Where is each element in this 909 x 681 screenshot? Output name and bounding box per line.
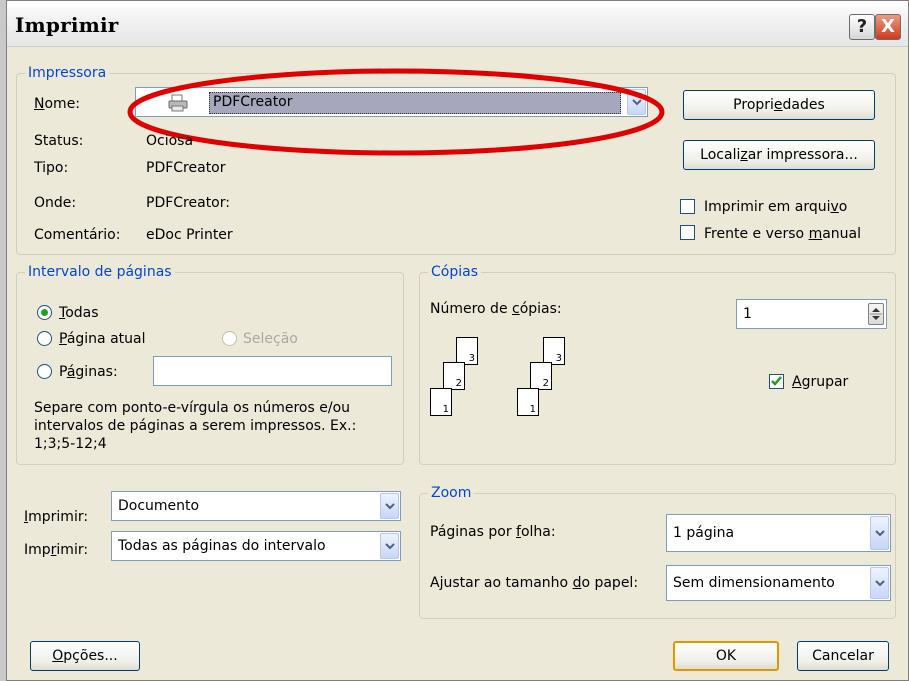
pages-per-sheet-dropdown-arrow[interactable]: [870, 516, 889, 550]
print-to-file-label[interactable]: Imprimir em arquivo: [704, 198, 847, 216]
collate-illustration-set-2: 3 2 1: [517, 335, 577, 427]
cancel-button[interactable]: Cancelar: [797, 641, 889, 671]
printer-status-value: Ociosa: [146, 133, 194, 149]
scale-label: Ajustar ao tamanho do papel:: [430, 575, 639, 591]
copies-legend: Cópias: [428, 263, 481, 281]
printer-status-label: Status:: [34, 133, 84, 149]
range-all-label[interactable]: Todas: [59, 304, 99, 322]
chevron-down-icon: [384, 542, 395, 549]
printer-comment-label: Comentário:: [34, 227, 121, 243]
pages-per-sheet-label: Páginas por folha:: [430, 524, 556, 540]
print-pages-value: Todas as páginas do intervalo: [118, 538, 326, 554]
scale-dropdown-arrow[interactable]: [870, 567, 889, 599]
range-current-radio[interactable]: [37, 331, 52, 346]
checkmark-icon: [771, 376, 782, 386]
scale-select[interactable]: Sem dimensionamento: [666, 565, 891, 601]
range-selection-radio: [222, 331, 237, 346]
spinner-buttons[interactable]: [868, 303, 884, 325]
pages-input[interactable]: [153, 356, 392, 386]
printer-type-label: Tipo:: [34, 160, 69, 176]
range-hint-line2: intervalos de páginas a serem impressos.…: [34, 418, 357, 434]
properties-button[interactable]: Propriedades: [683, 90, 875, 120]
print-pages-dropdown-arrow[interactable]: [380, 533, 399, 559]
annotation-ellipse: [127, 68, 665, 156]
zoom-legend: Zoom: [428, 484, 475, 502]
window-title: Imprimir: [15, 13, 119, 37]
collate-label[interactable]: Agrupar: [792, 373, 848, 391]
range-all-radio[interactable]: [37, 305, 52, 320]
close-button[interactable]: X: [875, 14, 901, 40]
manual-duplex-label[interactable]: Frente e verso manual: [704, 225, 861, 243]
copies-number-label: Número de cópias:: [430, 301, 562, 317]
print-dialog: Imprimir ? X Impressora Nome: PDFCreator…: [6, 0, 909, 681]
printer-type-value: PDFCreator: [146, 160, 226, 176]
range-selection-label: Seleção: [243, 331, 298, 347]
print-pages-select[interactable]: Todas as páginas do intervalo: [111, 531, 401, 561]
pages-per-sheet-select[interactable]: 1 página: [666, 514, 891, 552]
range-hint-line1: Separe com ponto-e-vírgula os números e/…: [34, 400, 351, 416]
scale-value: Sem dimensionamento: [673, 575, 835, 591]
print-what-label: Imprimir:: [24, 509, 89, 525]
printer-group-legend: Impressora: [25, 64, 110, 82]
print-pages-label: Imprimir:: [24, 542, 89, 558]
collate-illustration-set-1: 3 2 1: [430, 335, 490, 427]
title-bar[interactable]: Imprimir ? X: [7, 1, 908, 47]
printer-comment-value: eDoc Printer: [146, 227, 233, 243]
collate-checkbox[interactable]: [769, 374, 784, 389]
copies-value: 1: [743, 306, 752, 322]
print-what-value: Documento: [118, 498, 200, 514]
chevron-down-icon: [874, 579, 885, 586]
chevron-down-icon: [874, 529, 885, 536]
printer-where-label: Onde:: [34, 195, 77, 211]
pages-per-sheet-value: 1 página: [673, 525, 735, 541]
print-what-select[interactable]: Documento: [111, 491, 401, 521]
ok-button[interactable]: OK: [673, 641, 779, 671]
spinner-arrows-icon: [870, 308, 882, 320]
copies-spinner[interactable]: 1: [736, 299, 887, 329]
page-range-legend: Intervalo de páginas: [25, 263, 175, 281]
range-pages-radio[interactable]: [37, 364, 52, 379]
help-button[interactable]: ?: [849, 14, 875, 40]
print-to-file-checkbox[interactable]: [680, 199, 695, 214]
options-button[interactable]: Opções...: [30, 641, 140, 671]
printer-where-value: PDFCreator:: [146, 195, 230, 211]
print-what-dropdown-arrow[interactable]: [380, 493, 399, 519]
find-printer-button[interactable]: Localizar impressora...: [683, 140, 875, 170]
range-hint-line3: 1;3;5-12;4: [34, 436, 107, 452]
range-current-label[interactable]: Página atual: [59, 330, 146, 348]
range-pages-label[interactable]: Páginas:: [59, 363, 118, 381]
manual-duplex-checkbox[interactable]: [680, 225, 695, 240]
chevron-down-icon: [384, 502, 395, 509]
printer-name-label: Nome:: [34, 96, 81, 112]
